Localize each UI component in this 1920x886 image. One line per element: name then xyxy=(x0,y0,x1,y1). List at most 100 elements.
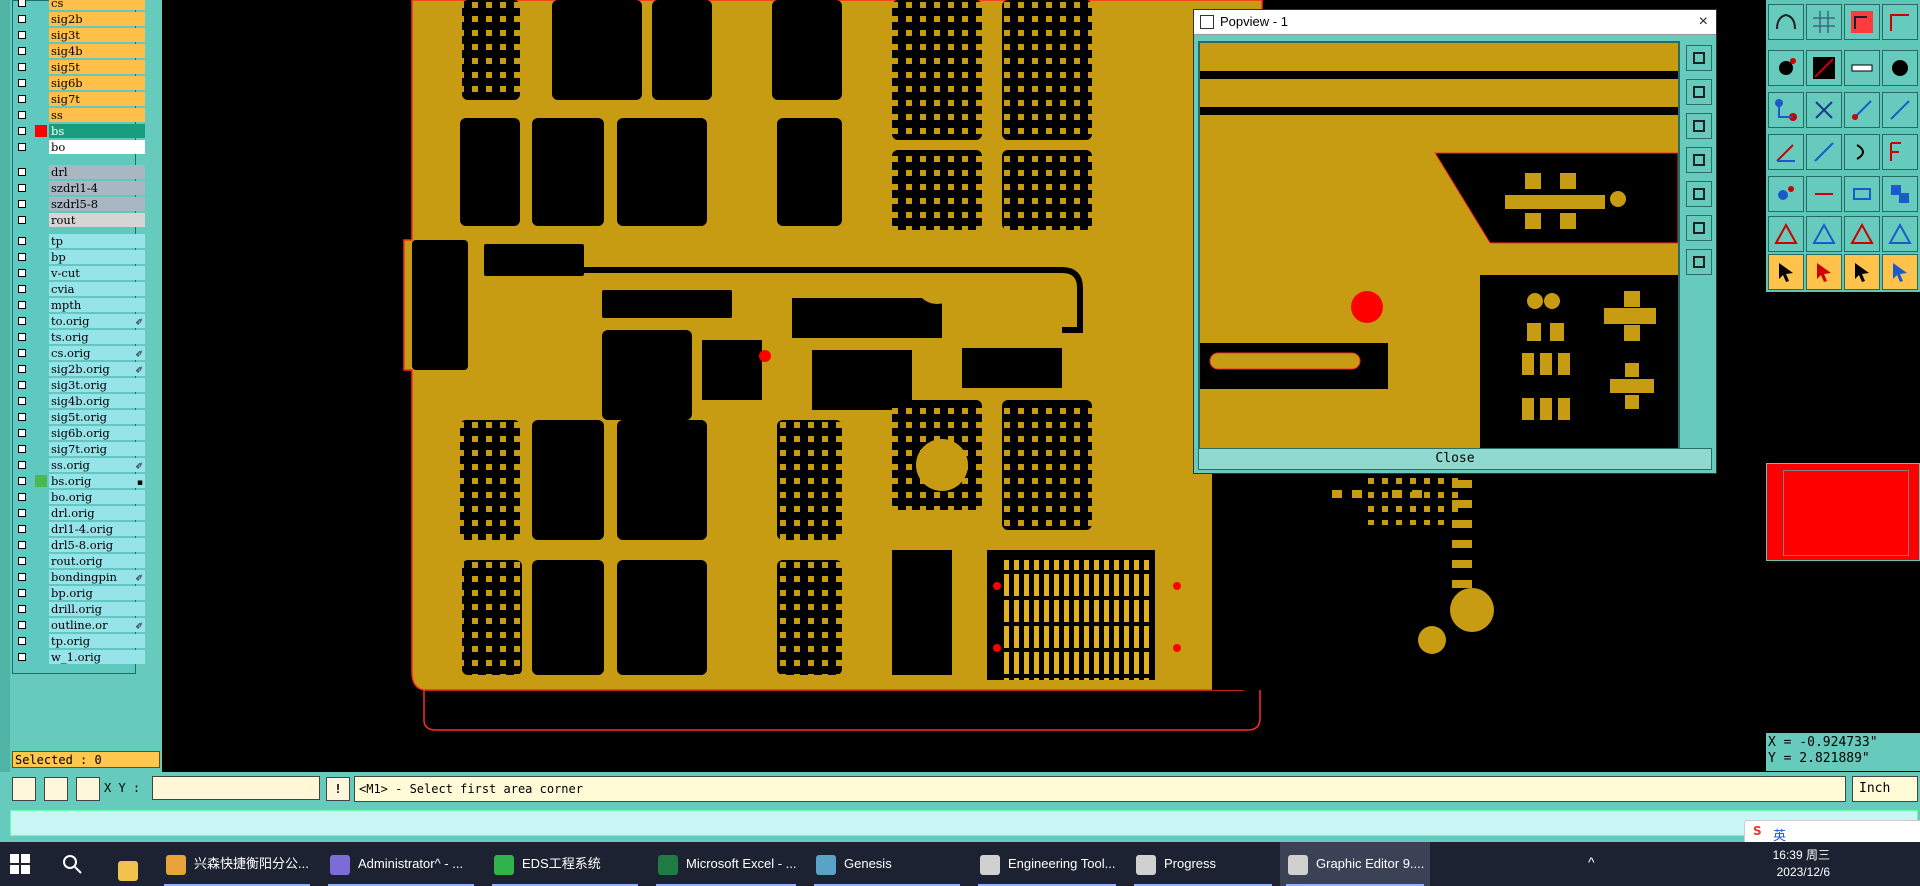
taskbar-app[interactable]: Administrator^ - ... xyxy=(322,842,480,886)
layer-checkbox[interactable] xyxy=(18,397,26,405)
layer-name[interactable]: ts.orig xyxy=(49,330,145,344)
layer-name[interactable]: bo.orig xyxy=(49,490,145,504)
zoom-rect-icon[interactable] xyxy=(12,777,36,801)
clock[interactable]: 16:39 周三 2023/12/6 xyxy=(1760,847,1830,881)
layer-row[interactable]: sig4b xyxy=(13,43,145,59)
layer-row[interactable]: ss.orig ✐ xyxy=(13,457,145,473)
layer-row[interactable]: sig7t.orig xyxy=(13,441,145,457)
layer-checkbox[interactable] xyxy=(18,573,26,581)
layer-checkbox[interactable] xyxy=(18,0,26,7)
layer-row[interactable]: ts.orig xyxy=(13,329,145,345)
layer-name[interactable]: drl5-8.orig xyxy=(49,538,145,552)
layer-name[interactable]: sig4b.orig xyxy=(49,394,145,408)
layer-name[interactable]: rout xyxy=(49,213,145,227)
zoom-home-icon[interactable] xyxy=(1686,147,1712,173)
arc-icon[interactable] xyxy=(1844,134,1880,170)
xy-input[interactable] xyxy=(152,776,320,800)
search-icon[interactable] xyxy=(62,854,82,874)
zoom-out-icon[interactable] xyxy=(1686,113,1712,139)
windows-start-icon[interactable] xyxy=(10,854,30,874)
measure-tool-icon[interactable] xyxy=(44,777,68,801)
layer-checkbox[interactable] xyxy=(18,15,26,23)
layer-row[interactable]: bs xyxy=(13,123,145,139)
layer-checkbox[interactable] xyxy=(18,301,26,309)
layer-name[interactable]: sig7t.orig xyxy=(49,442,145,456)
layer-row[interactable]: bp.orig xyxy=(13,585,145,601)
taskbar-app[interactable]: Graphic Editor 9.... xyxy=(1280,842,1430,886)
layer-row[interactable]: sig3t.orig xyxy=(13,377,145,393)
layer-row[interactable]: drill.orig xyxy=(13,601,145,617)
layer-checkbox[interactable] xyxy=(18,589,26,597)
layer-name[interactable]: outline.or ✐ xyxy=(49,618,145,632)
layer-checkbox[interactable] xyxy=(18,381,26,389)
layer-row[interactable]: sig4b.orig xyxy=(13,393,145,409)
select-area-icon[interactable] xyxy=(1806,254,1842,290)
layer-name[interactable]: sig3t.orig xyxy=(49,378,145,392)
zoom-in-icon[interactable] xyxy=(1686,79,1712,105)
layer-checkbox[interactable] xyxy=(18,200,26,208)
layer-row[interactable]: outline.or ✐ xyxy=(13,617,145,633)
frame-icon[interactable] xyxy=(1844,176,1880,212)
layer-checkbox[interactable] xyxy=(18,605,26,613)
angle-icon[interactable] xyxy=(1768,134,1804,170)
layer-row[interactable]: sig5t xyxy=(13,59,145,75)
file-explorer-icon[interactable] xyxy=(118,842,146,886)
layer-checkbox[interactable] xyxy=(18,317,26,325)
layer-checkbox[interactable] xyxy=(18,63,26,71)
connect-icon[interactable] xyxy=(1768,92,1804,128)
triangle-blue-icon[interactable] xyxy=(1806,216,1842,252)
layer-name[interactable]: sig6b.orig xyxy=(49,426,145,440)
layer-row[interactable]: w_1.orig xyxy=(13,649,145,665)
layer-checkbox[interactable] xyxy=(18,525,26,533)
layer-name[interactable]: cvia xyxy=(49,282,145,296)
layer-name[interactable]: w_1.orig xyxy=(49,650,145,664)
left-scrollbar[interactable] xyxy=(0,0,10,772)
layer-name[interactable]: drl.orig xyxy=(49,506,145,520)
layer-name[interactable]: ss.orig ✐ xyxy=(49,458,145,472)
layer-name[interactable]: drl1-4.orig xyxy=(49,522,145,536)
minimap[interactable] xyxy=(1766,463,1920,561)
layer-row[interactable]: sig2b.orig ✐ xyxy=(13,361,145,377)
layer-row[interactable]: drl xyxy=(13,164,145,180)
layer-name[interactable]: szdrl1-4 xyxy=(49,181,145,195)
layer-row[interactable]: sig5t.orig xyxy=(13,409,145,425)
close-button[interactable]: Close xyxy=(1198,448,1712,470)
triangle-red-icon[interactable] xyxy=(1844,216,1880,252)
pan-icon[interactable] xyxy=(1686,181,1712,207)
cross-icon[interactable] xyxy=(1806,92,1842,128)
grid-snap-icon[interactable] xyxy=(76,777,100,801)
grid-icon[interactable] xyxy=(1806,4,1842,40)
layer-checkbox[interactable] xyxy=(18,653,26,661)
triangle-fill-icon[interactable] xyxy=(1882,216,1918,252)
layer-row[interactable]: mpth xyxy=(13,297,145,313)
layer-name[interactable]: sig7t xyxy=(49,92,145,106)
layer-name[interactable]: bp.orig xyxy=(49,586,145,600)
layer-checkbox[interactable] xyxy=(18,237,26,245)
layer-row[interactable]: cs.orig ✐ xyxy=(13,345,145,361)
layer-checkbox[interactable] xyxy=(18,509,26,517)
route-alt-icon[interactable] xyxy=(1882,92,1918,128)
layer-checkbox[interactable] xyxy=(18,349,26,357)
minus-icon[interactable] xyxy=(1806,176,1842,212)
layer-checkbox[interactable] xyxy=(18,269,26,277)
layer-checkbox[interactable] xyxy=(18,621,26,629)
hand-icon[interactable] xyxy=(1768,4,1804,40)
layer-row[interactable]: bp xyxy=(13,249,145,265)
layer-checkbox[interactable] xyxy=(18,143,26,151)
layer-row[interactable]: cs xyxy=(13,0,145,11)
taskbar-app[interactable]: Engineering Tool... xyxy=(972,842,1122,886)
layer-checkbox[interactable] xyxy=(18,445,26,453)
layer-name[interactable]: mpth xyxy=(49,298,145,312)
layer-checkbox[interactable] xyxy=(18,111,26,119)
chevron-up-icon[interactable]: ^ xyxy=(1588,854,1595,870)
layer-checkbox[interactable] xyxy=(18,493,26,501)
line-icon[interactable] xyxy=(1806,50,1842,86)
circle-pad-icon[interactable] xyxy=(1882,50,1918,86)
ruler-icon[interactable] xyxy=(1844,50,1880,86)
layer-row[interactable]: drl.orig xyxy=(13,505,145,521)
layer-name[interactable]: szdrl5-8 xyxy=(49,197,145,211)
layer-checkbox[interactable] xyxy=(18,79,26,87)
layer-name[interactable]: bo xyxy=(49,140,145,154)
layer-name[interactable]: sig3t xyxy=(49,28,145,42)
layer-row[interactable]: sig7t xyxy=(13,91,145,107)
